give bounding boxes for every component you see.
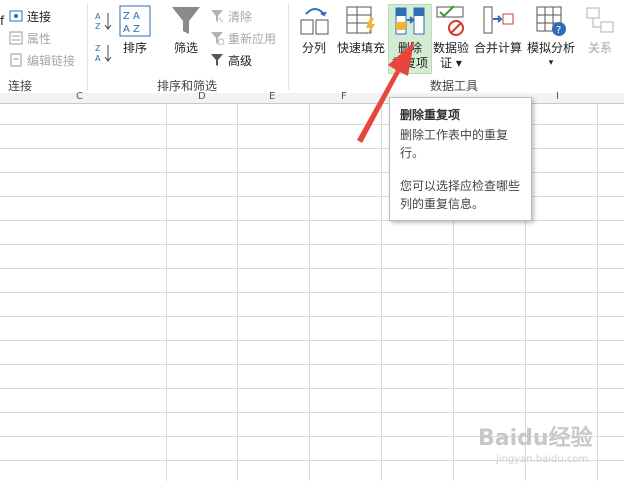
edit-links-button[interactable]: 编辑链接 <box>9 50 75 70</box>
remove-duplicates-icon <box>393 4 427 38</box>
relationships-button[interactable]: 关系 <box>582 4 618 56</box>
remove-duplicates-label-line1: 删除 <box>397 41 422 55</box>
data-tools-group-label: 数据工具 <box>430 79 479 93</box>
remove-duplicates-tooltip: 删除重复项 删除工作表中的重复 行。 您可以选择应检查哪些 列的重复信息。 <box>389 97 532 221</box>
svg-text:A Z: A Z <box>123 24 140 35</box>
advanced-button[interactable]: 高级 <box>210 50 252 70</box>
grid-row-line <box>0 388 624 389</box>
sort-icon: Z A A Z <box>118 4 152 38</box>
reapply-button[interactable]: 重新应用 <box>210 28 276 48</box>
what-if-dropdown-icon: ▾ <box>548 58 554 68</box>
column-header-e[interactable]: E <box>269 91 275 102</box>
connections-label: 连接 <box>27 9 52 24</box>
consolidate-label: 合并计算 <box>473 41 522 55</box>
advanced-label: 高级 <box>228 53 253 68</box>
text-to-columns-icon <box>298 4 332 38</box>
watermark-logo: Baidu经验 <box>478 426 593 451</box>
grid-row-line <box>0 364 624 365</box>
tooltip-line-2: 行。 <box>400 146 425 160</box>
text-to-columns-button[interactable]: 分列 <box>298 4 330 56</box>
tooltip-line-3: 您可以选择应检查哪些 <box>400 179 521 193</box>
consolidate-icon <box>481 4 515 38</box>
remove-duplicates-button[interactable]: 删除 重复项 <box>388 4 432 71</box>
partial-label: f <box>0 14 5 28</box>
group-separator <box>288 4 289 90</box>
what-if-analysis-icon: ? <box>534 4 568 38</box>
group-separator <box>87 4 88 90</box>
svg-text:Z: Z <box>95 44 101 53</box>
edit-links-icon <box>9 53 23 67</box>
data-validation-button[interactable]: 数据验 证 ▾ <box>432 4 470 71</box>
what-if-analysis-button[interactable]: ? 模拟分析 ▾ <box>526 4 576 71</box>
ribbon: f 连接 属性 编辑链接 连接 AZ ZA Z AA Z 排序 筛选 清除 重新… <box>0 0 624 94</box>
filter-button[interactable]: 筛选 <box>168 4 204 56</box>
text-to-columns-label: 分列 <box>301 41 326 55</box>
edit-links-label: 编辑链接 <box>27 53 76 68</box>
data-validation-icon <box>434 4 468 38</box>
clear-label: 清除 <box>228 9 253 24</box>
sort-az-icon[interactable]: AZ <box>95 10 115 32</box>
column-header-f[interactable]: F <box>341 91 347 102</box>
connections-group-label: 连接 <box>8 79 33 93</box>
advanced-filter-icon <box>210 53 224 67</box>
consolidate-button[interactable]: 合并计算 <box>473 4 523 56</box>
flash-fill-button[interactable]: 快速填充 <box>336 4 386 56</box>
tooltip-line-1: 删除工作表中的重复 <box>400 128 509 142</box>
tooltip-title: 删除重复项 <box>400 108 461 122</box>
grid-row-line <box>0 316 624 317</box>
properties-button[interactable]: 属性 <box>9 28 51 48</box>
sort-button[interactable]: Z A A Z 排序 <box>118 4 152 56</box>
connections-icon <box>9 9 23 23</box>
svg-text:Z: Z <box>95 22 101 31</box>
flash-fill-icon <box>344 4 378 38</box>
svg-text:A: A <box>95 12 101 21</box>
filter-funnel-icon <box>169 4 203 38</box>
watermark-url: jingyan.baidu.com <box>496 454 589 465</box>
data-validation-label-line2: 证 ▾ <box>440 56 462 70</box>
flash-fill-label: 快速填充 <box>336 41 385 55</box>
svg-text:Z A: Z A <box>123 11 140 22</box>
grid-row-line <box>0 292 624 293</box>
sort-label: 排序 <box>122 41 147 55</box>
relationships-label: 关系 <box>587 41 612 55</box>
properties-icon <box>9 31 23 45</box>
clear-button[interactable]: 清除 <box>210 6 252 26</box>
properties-label: 属性 <box>27 31 52 46</box>
sort-za-icon[interactable]: ZA <box>95 42 115 64</box>
connections-button[interactable]: 连接 <box>9 6 51 26</box>
column-header-c[interactable]: C <box>76 91 83 102</box>
svg-text:A: A <box>95 54 101 63</box>
grid-row-line <box>0 244 624 245</box>
grid-row-line <box>0 268 624 269</box>
clear-filter-icon <box>210 9 224 23</box>
grid-row-line <box>0 340 624 341</box>
column-header-d[interactable]: D <box>198 91 206 102</box>
grid-row-line <box>0 412 624 413</box>
filter-label: 筛选 <box>173 41 198 55</box>
what-if-analysis-label: 模拟分析 <box>526 41 575 55</box>
remove-duplicates-label-line2: 重复项 <box>391 56 428 70</box>
tooltip-line-4: 列的重复信息。 <box>400 197 485 211</box>
data-validation-label-line1: 数据验 <box>432 41 469 55</box>
reapply-label: 重新应用 <box>228 31 277 46</box>
column-header-i[interactable]: I <box>556 91 559 102</box>
svg-text:?: ? <box>556 25 561 36</box>
reapply-icon <box>210 31 225 46</box>
relationships-icon <box>583 4 617 38</box>
sort-filter-group-label: 排序和筛选 <box>157 79 218 93</box>
